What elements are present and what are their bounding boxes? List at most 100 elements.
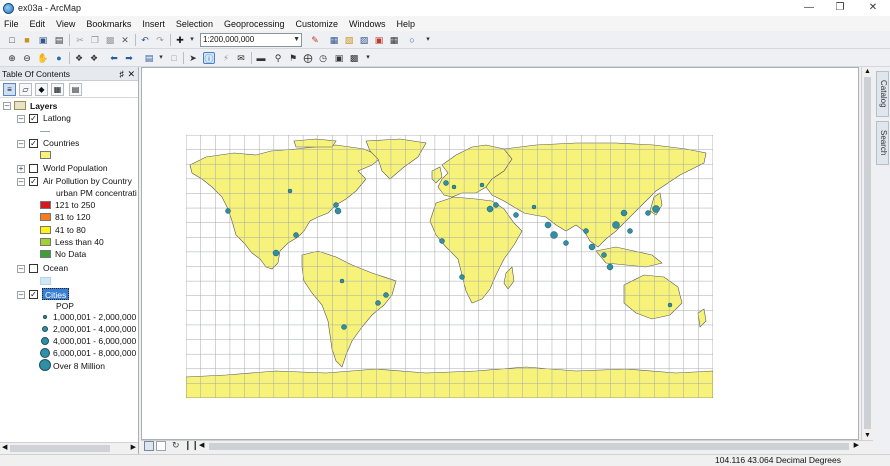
time-slider-icon[interactable]: ◷: [317, 52, 329, 64]
latlong-checkbox[interactable]: ✓: [29, 114, 38, 123]
map-scale-input[interactable]: 1:200,000,000 ▼: [200, 33, 302, 47]
cut-icon[interactable]: ✂: [74, 34, 86, 46]
collapse-icon[interactable]: –: [17, 265, 25, 273]
close-icon[interactable]: ✕: [127, 67, 135, 81]
new-document-icon[interactable]: □: [6, 34, 18, 46]
ocean-checkbox[interactable]: [29, 264, 38, 273]
undo-icon[interactable]: ↶: [139, 34, 151, 46]
save-icon[interactable]: ▣: [37, 34, 49, 46]
toc-options-icon[interactable]: ▤: [69, 83, 82, 96]
table-of-contents-window-icon[interactable]: ▦: [328, 34, 340, 46]
scroll-right-icon[interactable]: ▶: [131, 443, 136, 451]
tools-toolbar-options-icon[interactable]: ▾: [362, 52, 374, 64]
pin-icon[interactable]: ♯: [120, 67, 125, 81]
go-to-xy-icon[interactable]: ⨁: [302, 52, 314, 64]
select-elements-icon[interactable]: ➤: [187, 52, 199, 64]
layer-latlong-label[interactable]: Latlong: [43, 112, 71, 124]
next-extent-icon[interactable]: ➡: [123, 52, 135, 64]
collapse-icon[interactable]: –: [17, 291, 25, 299]
layout-view-icon[interactable]: [156, 441, 166, 451]
list-by-selection-icon[interactable]: ▦: [51, 83, 64, 96]
layer-ocean-label[interactable]: Ocean: [43, 262, 68, 274]
menu-edit[interactable]: Edit: [30, 19, 46, 29]
catalog-window-icon[interactable]: ▧: [343, 34, 355, 46]
identify-icon[interactable]: ⓘ: [203, 52, 215, 64]
map-vertical-scrollbar[interactable]: ▲ ▼: [861, 67, 873, 440]
menu-customize[interactable]: Customize: [296, 19, 339, 29]
maximize-button[interactable]: ❐: [823, 0, 857, 16]
modelbuilder-icon[interactable]: ○: [406, 34, 418, 46]
search-tab[interactable]: Search: [876, 121, 889, 165]
add-data-icon[interactable]: ✚: [174, 34, 186, 46]
horizontal-scroll-thumb[interactable]: [209, 443, 849, 450]
layer-air-pollution-label[interactable]: Air Pollution by Country: [43, 175, 132, 187]
scroll-up-icon[interactable]: ▲: [864, 68, 871, 75]
html-popup-icon[interactable]: ✉: [235, 52, 247, 64]
layer-root-label[interactable]: Layers: [30, 100, 57, 112]
layer-countries-label[interactable]: Countries: [43, 137, 79, 149]
select-dropdown-icon[interactable]: ▾: [155, 52, 167, 64]
scroll-right-icon[interactable]: ▶: [854, 441, 859, 449]
menu-bookmarks[interactable]: Bookmarks: [86, 19, 131, 29]
fixed-zoom-in-icon[interactable]: ❖: [73, 52, 85, 64]
find-route-icon[interactable]: ⚑: [287, 52, 299, 64]
countries-checkbox[interactable]: ✓: [29, 139, 38, 148]
air-pollution-checkbox[interactable]: ✓: [29, 177, 38, 186]
scroll-left-icon[interactable]: ◀: [199, 441, 204, 449]
menu-insert[interactable]: Insert: [142, 19, 165, 29]
zoom-in-icon[interactable]: ⊕: [6, 52, 18, 64]
find-icon[interactable]: ⚲: [272, 52, 284, 64]
data-view-icon[interactable]: [144, 441, 154, 451]
previous-extent-icon[interactable]: ⬅: [108, 52, 120, 64]
print-icon[interactable]: ▤: [53, 34, 65, 46]
list-by-drawing-order-icon[interactable]: ≡: [3, 83, 16, 96]
swipe-icon[interactable]: ▩: [348, 52, 360, 64]
menu-view[interactable]: View: [56, 19, 75, 29]
toc-scroll-thumb[interactable]: [10, 445, 110, 452]
close-button[interactable]: ✕: [856, 0, 890, 16]
collapse-icon[interactable]: –: [17, 115, 25, 123]
list-by-visibility-icon[interactable]: ◆: [35, 83, 48, 96]
collapse-icon[interactable]: –: [17, 178, 25, 186]
menu-file[interactable]: File: [4, 19, 19, 29]
add-data-dropdown-icon[interactable]: ▾: [186, 34, 198, 46]
select-features-icon[interactable]: ▤: [143, 52, 155, 64]
menu-help[interactable]: Help: [397, 19, 416, 29]
refresh-icon[interactable]: ↻: [172, 440, 180, 451]
expand-icon[interactable]: +: [17, 165, 25, 173]
scroll-left-icon[interactable]: ◀: [2, 443, 7, 451]
catalog-tab[interactable]: Catalog: [876, 71, 889, 117]
world-map[interactable]: [186, 135, 713, 398]
collapse-icon[interactable]: –: [17, 140, 25, 148]
world-population-checkbox[interactable]: [29, 164, 38, 173]
create-viewer-window-icon[interactable]: ▣: [333, 52, 345, 64]
delete-icon[interactable]: ✕: [119, 34, 131, 46]
measure-icon[interactable]: ▬: [255, 52, 267, 64]
hyperlink-icon[interactable]: ⚡: [220, 52, 232, 64]
minimize-button[interactable]: —: [792, 0, 826, 16]
collapse-icon[interactable]: –: [3, 102, 11, 110]
fixed-zoom-out-icon[interactable]: ❖: [88, 52, 100, 64]
clear-selection-icon[interactable]: □: [168, 52, 180, 64]
layer-world-population-label[interactable]: World Population: [43, 162, 108, 174]
vertical-scroll-thumb[interactable]: [864, 77, 871, 429]
redo-icon[interactable]: ↷: [154, 34, 166, 46]
pause-drawing-icon[interactable]: ❙❙: [184, 440, 199, 451]
layer-cities-label[interactable]: Cities: [42, 288, 70, 300]
scroll-down-icon[interactable]: ▼: [864, 432, 871, 439]
copy-icon[interactable]: ❐: [89, 34, 101, 46]
full-extent-icon[interactable]: ●: [53, 52, 65, 64]
zoom-out-icon[interactable]: ⊖: [21, 52, 33, 64]
menu-geoprocessing[interactable]: Geoprocessing: [224, 19, 285, 29]
open-folder-icon[interactable]: ■: [21, 34, 33, 46]
cities-checkbox[interactable]: ✓: [29, 290, 38, 299]
editor-toolbar-icon[interactable]: ✎: [309, 34, 321, 46]
search-window-icon[interactable]: ▨: [358, 34, 370, 46]
arctoolbox-icon[interactable]: ▣: [373, 34, 385, 46]
chevron-down-icon[interactable]: ▼: [293, 34, 300, 46]
menu-selection[interactable]: Selection: [176, 19, 213, 29]
toolbar-options-icon[interactable]: ▾: [422, 34, 434, 46]
menu-windows[interactable]: Windows: [349, 19, 386, 29]
map-horizontal-scrollbar[interactable]: ↻ ❙❙ ◀ ▶: [141, 440, 873, 452]
toc-horizontal-scrollbar[interactable]: ◀ ▶: [0, 442, 138, 454]
